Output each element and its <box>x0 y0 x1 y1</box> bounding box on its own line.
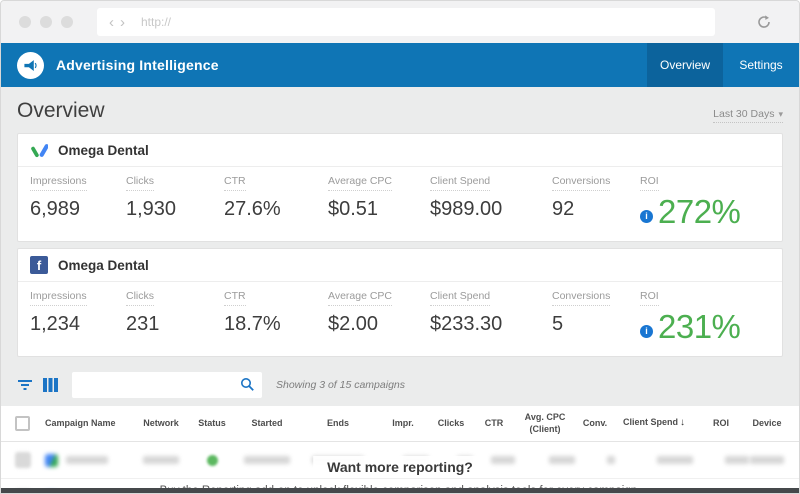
browser-window: ‹ › http:// Advertising Intelligence Ove… <box>0 0 800 494</box>
summary-card-facebook: f Omega Dental Impressions 1,234 Clicks 23… <box>17 248 783 357</box>
column-header[interactable]: Network <box>133 418 189 429</box>
metric-value: 6,989 <box>30 198 126 221</box>
metric-value: 5 <box>552 313 640 336</box>
metric-value: $989.00 <box>430 198 552 221</box>
table-body: Want more reporting? Buy the Reporting a… <box>1 442 799 494</box>
campaign-table: Campaign Name Network Status Started End… <box>1 406 799 494</box>
metric-label: Client Spend <box>430 290 490 306</box>
column-header[interactable]: ROI <box>693 418 749 429</box>
megaphone-logo-icon <box>17 52 44 79</box>
metric-label: Clicks <box>126 290 154 306</box>
metric-value: 92 <box>552 198 640 221</box>
row-checkbox[interactable] <box>15 452 31 468</box>
roi-value: 272% <box>658 193 740 231</box>
column-header[interactable]: Campaign Name <box>45 418 133 429</box>
app-title: Advertising Intelligence <box>56 57 647 73</box>
metric-label: CTR <box>224 290 246 306</box>
metric-value: $233.30 <box>430 313 552 336</box>
upsell-heading: Want more reporting? <box>313 456 487 478</box>
metric-label: Average CPC <box>328 175 392 191</box>
window-dot[interactable] <box>19 16 31 28</box>
url-placeholder: http:// <box>141 15 171 29</box>
url-bar[interactable]: ‹ › http:// <box>97 8 715 36</box>
facebook-icon: f <box>30 256 48 274</box>
date-range-value: Last 30 Days <box>713 108 774 120</box>
column-header[interactable]: CTR <box>473 418 515 429</box>
info-icon[interactable]: i <box>640 325 653 338</box>
window-controls <box>19 16 73 28</box>
search-input[interactable] <box>72 372 262 398</box>
table-toolbar: Showing 3 of 15 campaigns <box>1 363 799 406</box>
blurred-number <box>491 456 515 464</box>
blurred-number <box>549 456 575 464</box>
metric-label: Impressions <box>30 175 87 191</box>
column-header[interactable]: Conv. <box>575 418 615 429</box>
metric-value: 231 <box>126 313 224 336</box>
app-navbar: Advertising Intelligence Overview Settin… <box>1 43 799 87</box>
nav-tabs: Overview Settings <box>647 43 799 87</box>
account-name: Omega Dental <box>58 143 149 158</box>
blurred-number <box>725 456 749 464</box>
column-header[interactable]: Avg. CPC (Client) <box>515 412 575 435</box>
metric-value: 1,930 <box>126 198 224 221</box>
metric-value: $0.51 <box>328 198 430 221</box>
blurred-date <box>244 456 290 464</box>
tab-settings[interactable]: Settings <box>723 43 799 87</box>
window-dot[interactable] <box>40 16 52 28</box>
blurred-device <box>750 456 784 464</box>
column-header[interactable]: Impr. <box>377 418 429 429</box>
blurred-number <box>657 456 693 464</box>
column-header[interactable]: Ends <box>299 418 377 429</box>
metric-label: Average CPC <box>328 290 392 306</box>
caret-down-icon: ▾ <box>778 109 783 119</box>
window-bottom-edge <box>1 488 799 493</box>
metric-label: Impressions <box>30 290 87 306</box>
metric-value: 18.7% <box>224 313 328 336</box>
column-header[interactable]: Clicks <box>429 418 473 429</box>
metric-value: $2.00 <box>328 313 430 336</box>
status-dot <box>207 455 218 466</box>
column-header[interactable]: Status <box>189 418 235 429</box>
metric-label: Conversions <box>552 175 610 191</box>
column-header[interactable]: Started <box>235 418 299 429</box>
refresh-icon[interactable] <box>755 13 773 31</box>
window-dot[interactable] <box>61 16 73 28</box>
adwords-icon <box>45 454 58 467</box>
info-icon[interactable]: i <box>640 210 653 223</box>
search-icon[interactable] <box>240 377 255 397</box>
sort-descending-icon[interactable]: ↓ <box>680 417 685 428</box>
select-all-checkbox[interactable] <box>15 416 30 431</box>
roi-label: ROI <box>640 290 659 306</box>
adwords-icon <box>30 141 48 159</box>
column-header[interactable]: Device <box>749 418 785 429</box>
summary-card-adwords: Omega Dental Impressions 6,989 Clicks 1,93… <box>17 133 783 242</box>
blurred-campaign-name <box>66 456 108 464</box>
blurred-network <box>143 456 179 464</box>
tab-overview[interactable]: Overview <box>647 43 723 87</box>
date-range-dropdown[interactable]: Last 30 Days ▾ <box>713 108 783 123</box>
forward-icon[interactable]: › <box>120 15 125 30</box>
metric-value: 1,234 <box>30 313 126 336</box>
blurred-number <box>607 456 615 464</box>
column-label: Client Spend <box>623 417 678 427</box>
browser-chrome: ‹ › http:// <box>1 1 799 43</box>
page-title: Overview <box>17 99 105 123</box>
metric-label: Conversions <box>552 290 610 306</box>
filter-icon[interactable] <box>17 378 33 392</box>
back-icon[interactable]: ‹ <box>109 15 114 30</box>
column-header-client-spend[interactable]: Client Spend↓ <box>615 417 693 430</box>
roi-value: 231% <box>658 308 740 346</box>
account-name: Omega Dental <box>58 258 149 273</box>
table-header: Campaign Name Network Status Started End… <box>1 406 799 442</box>
roi-label: ROI <box>640 175 659 191</box>
metric-label: Client Spend <box>430 175 490 191</box>
metric-label: CTR <box>224 175 246 191</box>
columns-icon[interactable] <box>43 378 58 392</box>
metric-value: 27.6% <box>224 198 328 221</box>
metric-label: Clicks <box>126 175 154 191</box>
showing-count: Showing 3 of 15 campaigns <box>276 379 405 391</box>
